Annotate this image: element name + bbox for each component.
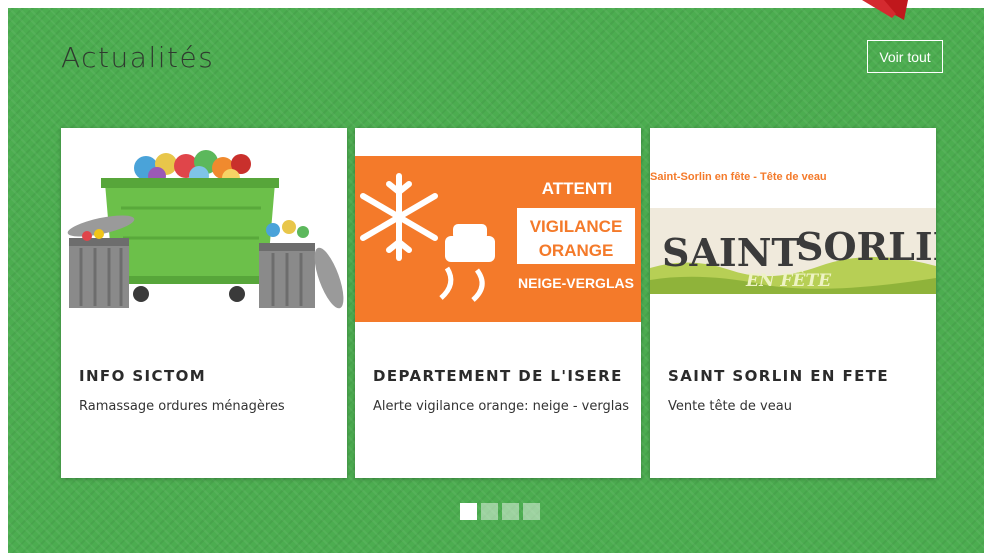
banner-sub: EN FÊTE [745,270,832,291]
pager-dot[interactable] [460,503,477,520]
vigilance-banner: ATTENTI VIGILANCE ORANGE NEIGE-VERGLAS [355,128,641,324]
news-section: Actualités Voir tout INFO SICTOM Ramassa… [8,8,984,553]
card-title: INFO SICTOM [79,367,207,385]
banner-line1: ATTENTI [542,179,613,198]
pager-dot[interactable] [523,503,540,520]
card-description: Vente tête de veau [668,399,792,414]
section-title: Actualités [61,41,215,74]
card-description: Alerte vigilance orange: neige - verglas [373,399,630,414]
card-image-vigilance: ATTENTI VIGILANCE ORANGE NEIGE-VERGLAS [355,128,641,324]
banner-line2: VIGILANCE [530,217,623,236]
card-title: SAINT SORLIN EN FETE [668,367,890,385]
saint-sorlin-banner: Saint-Sorlin en fête - Tête de veau SAIN… [650,128,936,324]
card-image-saint-sorlin: Saint-Sorlin en fête - Tête de veau SAIN… [650,128,936,324]
news-card[interactable]: ATTENTI VIGILANCE ORANGE NEIGE-VERGLAS D… [355,128,641,478]
card-image-dumpster [61,128,347,324]
banner-line3: ORANGE [539,241,614,260]
pager-dot[interactable] [502,503,519,520]
banner-word1: SAINT [662,230,800,275]
news-card[interactable]: Saint-Sorlin en fête - Tête de veau SAIN… [650,128,936,478]
banner-line4: NEIGE-VERGLAS [518,275,634,291]
banner-caption: Saint-Sorlin en fête - Tête de veau [650,171,827,183]
card-description: Ramassage ordures ménagères [79,399,285,414]
banner-word2: SORLIN [796,224,936,269]
dumpster-illustration [61,128,347,324]
news-card[interactable]: INFO SICTOM Ramassage ordures ménagères [61,128,347,478]
red-arrow-icon [862,0,908,20]
see-all-button[interactable]: Voir tout [867,40,943,73]
carousel-pager [460,503,540,520]
pager-dot[interactable] [481,503,498,520]
card-title: DEPARTEMENT DE L'ISERE [373,367,623,385]
